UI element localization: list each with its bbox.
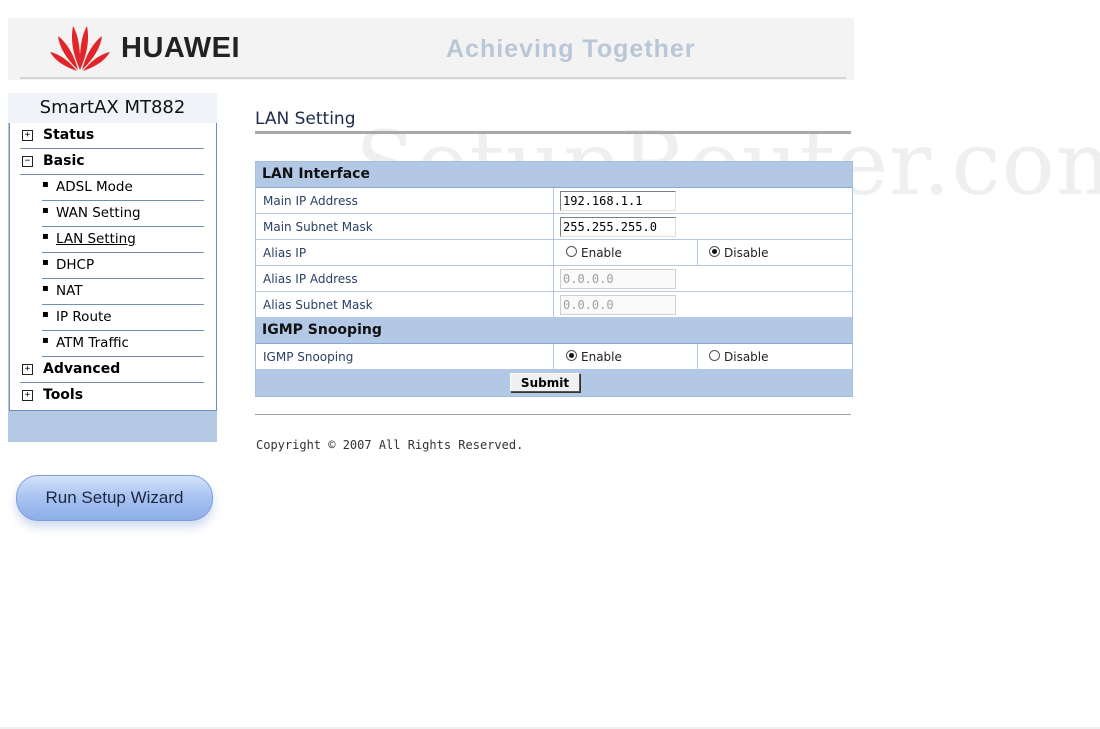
- form-row-main-subnet: Main Subnet Mask: [256, 214, 852, 240]
- igmp-disable-radio[interactable]: Disable: [709, 350, 769, 364]
- cell-divider: [553, 266, 554, 291]
- field-label: Alias IP Address: [263, 272, 358, 286]
- field-label: IGMP Snooping: [263, 350, 354, 364]
- nav-label[interactable]: LAN Setting: [56, 231, 136, 247]
- main-ip-input[interactable]: [560, 191, 676, 211]
- form-row-igmp-snooping: IGMP Snooping Enable Disable: [256, 344, 852, 370]
- alias-ip-address-input: [560, 269, 676, 289]
- field-label: Main Subnet Mask: [263, 220, 373, 234]
- submit-button[interactable]: Submit: [510, 373, 580, 392]
- cell-divider: [553, 188, 554, 213]
- nav-item-basic[interactable]: − Basic: [20, 149, 204, 175]
- radio-label: Enable: [581, 246, 622, 260]
- cell-divider: [553, 214, 554, 239]
- sidebar: SmartAX MT882 + Status − Basic ▪ ADSL Mo…: [8, 93, 217, 442]
- alias-subnet-mask-input: [560, 295, 676, 315]
- radio-label: Enable: [581, 350, 622, 364]
- bullet-icon: ▪: [42, 205, 49, 216]
- nav-item-atm-traffic[interactable]: ▪ ATM Traffic: [42, 331, 204, 357]
- nav-item-advanced[interactable]: + Advanced: [20, 357, 204, 383]
- cell-divider: [553, 292, 554, 317]
- bullet-icon: ▪: [42, 283, 49, 294]
- nav-label[interactable]: WAN Setting: [56, 205, 141, 221]
- bullet-icon: ▪: [42, 257, 49, 268]
- cell-divider: [553, 344, 554, 369]
- form-row-main-ip: Main IP Address: [256, 188, 852, 214]
- cell-divider: [553, 240, 554, 265]
- bullet-icon: ▪: [42, 335, 49, 346]
- radio-off-icon[interactable]: [709, 350, 720, 361]
- submit-bar: Submit: [256, 370, 852, 396]
- expand-icon[interactable]: +: [22, 390, 33, 401]
- nav-item-tools[interactable]: + Tools: [20, 383, 204, 408]
- nav-label[interactable]: Advanced: [43, 361, 120, 377]
- form-row-alias-ip: Alias IP Enable Disable: [256, 240, 852, 266]
- alias-ip-enable-radio[interactable]: Enable: [566, 246, 622, 260]
- expand-icon[interactable]: +: [22, 364, 33, 375]
- nav-item-ip-route[interactable]: ▪ IP Route: [42, 305, 204, 331]
- lan-settings-form: LAN Interface Main IP Address Main Subne…: [255, 161, 853, 397]
- radio-off-icon[interactable]: [566, 246, 577, 257]
- section-header-igmp: IGMP Snooping: [256, 318, 852, 344]
- nav-label[interactable]: Basic: [43, 153, 85, 169]
- collapse-icon[interactable]: −: [22, 156, 33, 167]
- field-label: Main IP Address: [263, 194, 358, 208]
- section-header-lan-interface: LAN Interface: [256, 162, 852, 188]
- bullet-icon: ▪: [42, 309, 49, 320]
- nav-label[interactable]: ATM Traffic: [56, 335, 129, 351]
- nav-label[interactable]: DHCP: [56, 257, 94, 273]
- slogan-text: Achieving Together: [446, 35, 696, 63]
- field-label: Alias Subnet Mask: [263, 298, 373, 312]
- nav-item-dhcp[interactable]: ▪ DHCP: [42, 253, 204, 279]
- header-divider: [20, 77, 846, 79]
- radio-on-icon[interactable]: [709, 246, 720, 257]
- form-row-alias-subnet: Alias Subnet Mask: [256, 292, 852, 318]
- radio-label: Disable: [724, 350, 769, 364]
- title-divider: [255, 131, 851, 134]
- nav-item-nat[interactable]: ▪ NAT: [42, 279, 204, 305]
- main-subnet-mask-input[interactable]: [560, 217, 676, 237]
- nav-label[interactable]: NAT: [56, 283, 83, 299]
- nav-menu: + Status − Basic ▪ ADSL Mode ▪ WAN Setti…: [9, 123, 217, 411]
- expand-icon[interactable]: +: [22, 130, 33, 141]
- alias-ip-disable-radio[interactable]: Disable: [709, 246, 769, 260]
- header-banner: HUAWEI Achieving Together: [8, 18, 854, 80]
- nav-item-status[interactable]: + Status: [20, 123, 204, 149]
- page-title: LAN Setting: [255, 109, 356, 129]
- nav-item-adsl-mode[interactable]: ▪ ADSL Mode: [42, 175, 204, 201]
- radio-on-icon[interactable]: [566, 350, 577, 361]
- huawei-petals-icon: [50, 26, 110, 71]
- cell-divider: [697, 344, 698, 369]
- nav-label[interactable]: Status: [43, 127, 94, 143]
- cell-divider: [697, 240, 698, 265]
- nav-item-lan-setting[interactable]: ▪ LAN Setting: [42, 227, 204, 253]
- igmp-enable-radio[interactable]: Enable: [566, 350, 622, 364]
- copyright-text: Copyright © 2007 All Rights Reserved.: [256, 438, 524, 452]
- radio-label: Disable: [724, 246, 769, 260]
- bullet-icon: ▪: [42, 231, 49, 242]
- nav-item-wan-setting[interactable]: ▪ WAN Setting: [42, 201, 204, 227]
- brand-name: HUAWEI: [121, 32, 240, 64]
- nav-label[interactable]: Tools: [43, 387, 83, 403]
- nav-label[interactable]: ADSL Mode: [56, 179, 133, 195]
- run-setup-wizard-button[interactable]: Run Setup Wizard: [16, 475, 213, 521]
- footer-divider: [255, 414, 851, 415]
- device-model-title: SmartAX MT882: [8, 93, 217, 123]
- field-label: Alias IP: [263, 246, 307, 260]
- form-row-alias-ip-address: Alias IP Address: [256, 266, 852, 292]
- nav-label[interactable]: IP Route: [56, 309, 112, 325]
- bullet-icon: ▪: [42, 179, 49, 190]
